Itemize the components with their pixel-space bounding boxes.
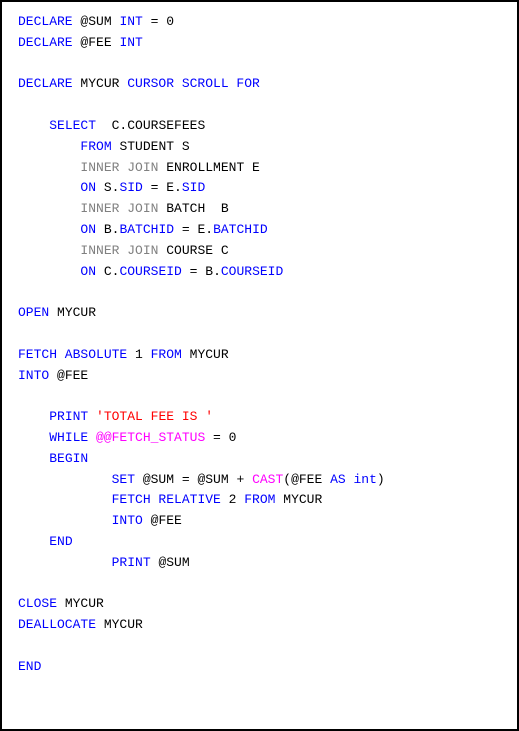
type-int: INT	[119, 14, 142, 29]
table: ENROLLMENT E	[158, 160, 259, 175]
keyword-declare: DECLARE	[18, 14, 73, 29]
keyword-from: FROM	[80, 139, 111, 154]
as-int: AS int	[330, 472, 377, 487]
cursor-name: MYCUR	[49, 305, 96, 320]
string-literal: 'TOTAL FEE IS '	[96, 409, 213, 424]
table: BATCH B	[158, 201, 228, 216]
num: 2	[221, 492, 244, 507]
keyword-end: END	[18, 659, 41, 674]
text: = B.	[182, 264, 221, 279]
keyword-declare: DECLARE	[18, 35, 73, 50]
keyword-deallocate: DEALLOCATE	[18, 617, 96, 632]
table: COURSE C	[158, 243, 228, 258]
cursor-name: MYCUR	[73, 76, 128, 91]
keyword-fetch: FETCH ABSOLUTE	[18, 347, 127, 362]
var: @FEE	[143, 513, 182, 528]
text: C.	[96, 264, 119, 279]
columns: C.COURSEFEES	[96, 118, 205, 133]
keyword-set: SET	[112, 472, 135, 487]
cursor-name: MYCUR	[275, 492, 322, 507]
text: = E.	[143, 180, 182, 195]
col: BATCHID	[213, 222, 268, 237]
keyword-into: INTO	[18, 368, 49, 383]
keyword-fetch: FETCH RELATIVE	[112, 492, 221, 507]
keyword-open: OPEN	[18, 305, 49, 320]
keyword-print: PRINT	[49, 409, 96, 424]
keyword-close: CLOSE	[18, 596, 57, 611]
keyword-on: ON	[80, 264, 96, 279]
keyword-on: ON	[80, 180, 96, 195]
type-int: INT	[119, 35, 142, 50]
keyword-print: PRINT	[112, 555, 151, 570]
col: SID	[119, 180, 142, 195]
text: S.	[96, 180, 119, 195]
keyword-end: END	[49, 534, 72, 549]
text: = 0	[205, 430, 236, 445]
fetch-status: @@FETCH_STATUS	[96, 430, 205, 445]
col: BATCHID	[119, 222, 174, 237]
keyword-cast: CAST	[252, 472, 283, 487]
keyword-from: FROM	[151, 347, 182, 362]
code-block: DECLARE @SUM INT = 0 DECLARE @FEE INT DE…	[0, 0, 519, 731]
keyword-into: INTO	[112, 513, 143, 528]
text: B.	[96, 222, 119, 237]
table: STUDENT S	[112, 139, 190, 154]
cursor-name: MYCUR	[182, 347, 229, 362]
keyword-begin: BEGIN	[49, 451, 88, 466]
num: 1	[127, 347, 150, 362]
col: SID	[182, 180, 205, 195]
keyword-from: FROM	[244, 492, 275, 507]
keyword-on: ON	[80, 222, 96, 237]
col: COURSEID	[221, 264, 283, 279]
keyword-declare: DECLARE	[18, 76, 73, 91]
var-sum: @SUM	[80, 14, 119, 29]
cursor-name: MYCUR	[57, 596, 104, 611]
keyword-join: INNER JOIN	[80, 160, 158, 175]
cursor-name: MYCUR	[96, 617, 143, 632]
keyword-cursor: CURSOR SCROLL FOR	[127, 76, 260, 91]
var-fee: @FEE	[80, 35, 119, 50]
keyword-select: SELECT	[49, 118, 96, 133]
expr: @SUM = @SUM +	[135, 472, 252, 487]
col: COURSEID	[119, 264, 181, 279]
keyword-while: WHILE	[49, 430, 96, 445]
paren: )	[377, 472, 385, 487]
var: @FEE	[49, 368, 88, 383]
keyword-join: INNER JOIN	[80, 201, 158, 216]
text: = E.	[174, 222, 213, 237]
text: = 0	[143, 14, 174, 29]
paren: (@FEE	[283, 472, 330, 487]
keyword-join: INNER JOIN	[80, 243, 158, 258]
var: @SUM	[151, 555, 190, 570]
